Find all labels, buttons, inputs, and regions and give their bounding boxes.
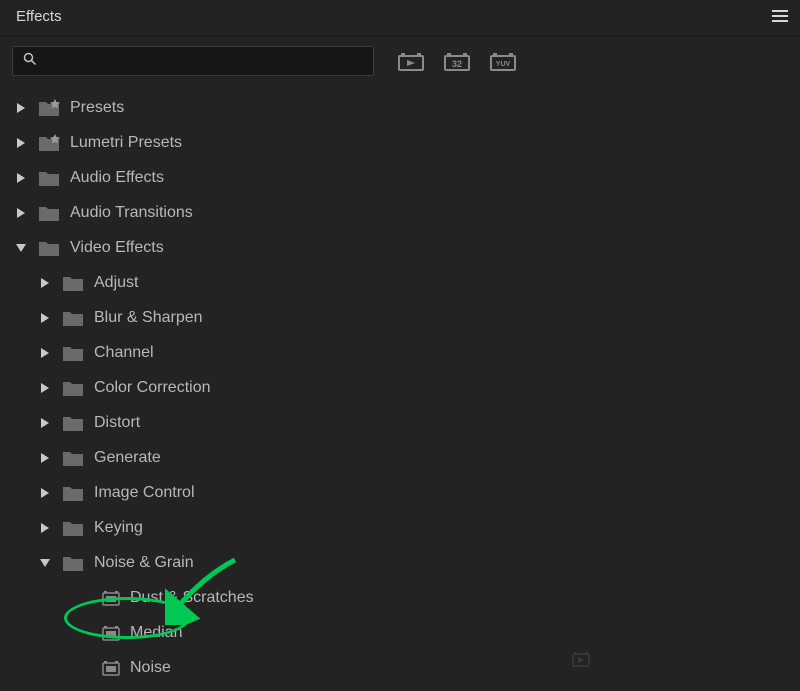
folder-icon (38, 239, 60, 257)
effect-dust-scratches[interactable]: • Dust & Scratches (8, 580, 792, 615)
tree-item-noise-grain[interactable]: Noise & Grain (8, 545, 792, 580)
tree-item-audio-transitions[interactable]: Audio Transitions (8, 195, 792, 230)
toolbar: 32 YUV (0, 36, 800, 84)
tree-item-color-correction[interactable]: Color Correction (8, 370, 792, 405)
tree-item-label: Audio Transitions (70, 204, 193, 222)
tree-item-label: Noise & Grain (94, 554, 194, 572)
effect-icon (102, 660, 120, 676)
tree-item-label: Generate (94, 449, 161, 467)
tree-item-video-effects[interactable]: Video Effects (8, 230, 792, 265)
tree-item-label: Presets (70, 99, 124, 117)
effect-label: Dust & Scratches (130, 589, 254, 607)
tree-item-keying[interactable]: Keying (8, 510, 792, 545)
panel-menu-icon[interactable] (772, 8, 788, 26)
folder-icon (62, 449, 84, 467)
panel-header: Effects (0, 0, 800, 36)
folder-star-icon (38, 134, 60, 152)
toolbar-buttons: 32 YUV (394, 49, 520, 74)
tree-item-label: Lumetri Presets (70, 134, 182, 152)
chevron-right-icon (38, 313, 52, 323)
tree-item-lumetri-presets[interactable]: Lumetri Presets (8, 125, 792, 160)
chevron-down-icon (14, 244, 28, 252)
tree-item-channel[interactable]: Channel (8, 335, 792, 370)
chevron-right-icon (38, 348, 52, 358)
folder-icon (62, 554, 84, 572)
folder-icon (62, 309, 84, 327)
folder-icon (62, 484, 84, 502)
chevron-right-icon (14, 173, 28, 183)
tree-item-label: Blur & Sharpen (94, 309, 203, 327)
tree-item-presets[interactable]: Presets (8, 90, 792, 125)
tree-item-audio-effects[interactable]: Audio Effects (8, 160, 792, 195)
folder-icon (38, 204, 60, 222)
chevron-right-icon (14, 138, 28, 148)
tree-item-image-control[interactable]: Image Control (8, 475, 792, 510)
svg-text:YUV: YUV (496, 61, 511, 68)
new-preset-bin-button[interactable] (394, 49, 428, 74)
chevron-right-icon (38, 523, 52, 533)
search-input[interactable] (45, 53, 363, 69)
chevron-right-icon (38, 453, 52, 463)
folder-star-icon (38, 99, 60, 117)
effects-tree: Presets Lumetri Presets Audio Effects Au… (0, 84, 800, 691)
tree-item-label: Channel (94, 344, 154, 362)
effect-noise[interactable]: • Noise (8, 650, 792, 685)
tree-item-label: Audio Effects (70, 169, 164, 187)
effect-median[interactable]: • Median (8, 615, 792, 650)
tree-item-label: Distort (94, 414, 140, 432)
tree-item-label: Adjust (94, 274, 138, 292)
tree-item-label: Image Control (94, 484, 195, 502)
search-icon (23, 52, 37, 70)
tree-item-label: Color Correction (94, 379, 210, 397)
chevron-right-icon (38, 278, 52, 288)
chevron-right-icon (14, 208, 28, 218)
folder-icon (62, 379, 84, 397)
effect-icon (102, 625, 120, 641)
chevron-right-icon (38, 383, 52, 393)
tree-item-label: Video Effects (70, 239, 164, 257)
panel-title: Effects (16, 8, 62, 25)
chevron-down-icon (38, 559, 52, 567)
chevron-right-icon (38, 418, 52, 428)
svg-text:32: 32 (452, 59, 462, 69)
effect-icon (102, 590, 120, 606)
filter-32bit-button[interactable]: 32 (440, 49, 474, 74)
effect-label: Median (130, 624, 182, 642)
search-box[interactable] (12, 46, 374, 76)
tree-item-adjust[interactable]: Adjust (8, 265, 792, 300)
accelerated-effect-icon (572, 651, 590, 671)
chevron-right-icon (38, 488, 52, 498)
folder-icon (38, 169, 60, 187)
tree-item-blur-sharpen[interactable]: Blur & Sharpen (8, 300, 792, 335)
tree-item-generate[interactable]: Generate (8, 440, 792, 475)
tree-item-distort[interactable]: Distort (8, 405, 792, 440)
folder-icon (62, 414, 84, 432)
folder-icon (62, 274, 84, 292)
folder-icon (62, 519, 84, 537)
effect-label: Noise (130, 659, 171, 677)
tree-item-label: Keying (94, 519, 143, 537)
folder-icon (62, 344, 84, 362)
filter-yuv-button[interactable]: YUV (486, 49, 520, 74)
chevron-right-icon (14, 103, 28, 113)
